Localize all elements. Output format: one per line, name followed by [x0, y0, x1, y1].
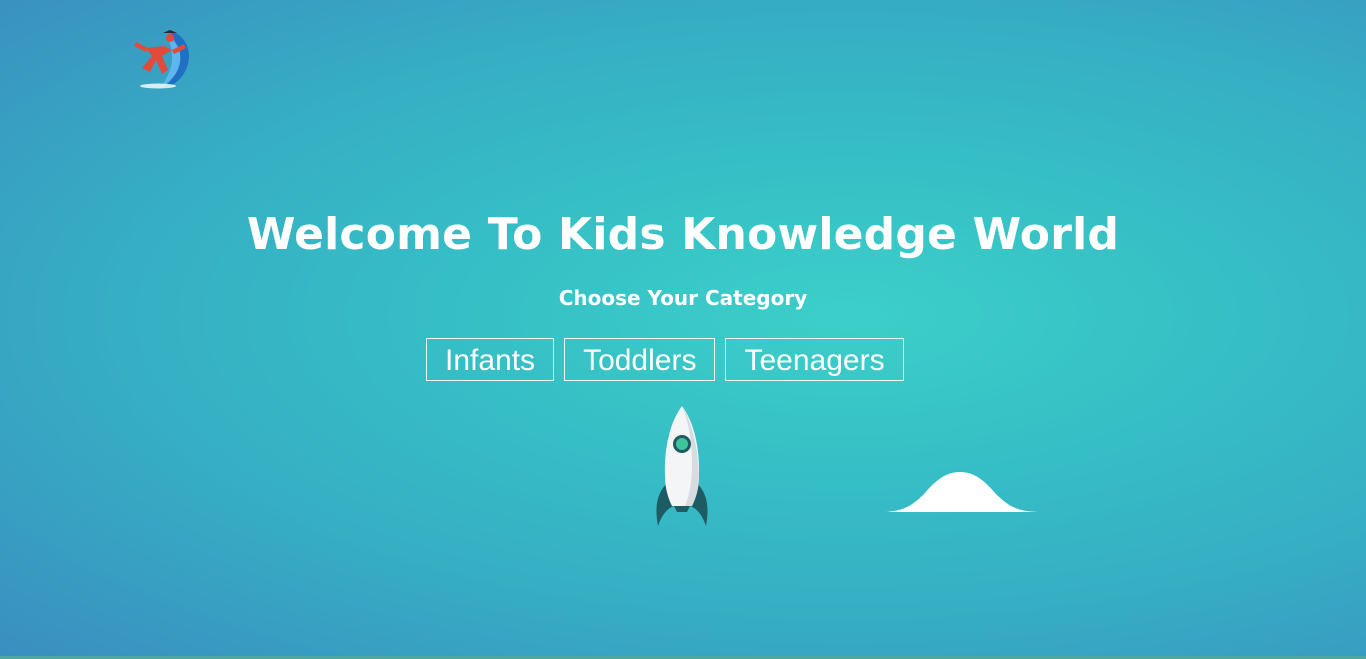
- page-subtitle: Choose Your Category: [558, 286, 808, 310]
- teenagers-button[interactable]: Teenagers: [725, 338, 904, 381]
- site-logo[interactable]: [132, 26, 196, 92]
- page-title: Welcome To Kids Knowledge World: [246, 209, 1120, 260]
- toddlers-button[interactable]: Toddlers: [564, 338, 716, 381]
- rocket-illustration: [652, 404, 712, 530]
- cloud-icon: [880, 472, 1042, 512]
- kid-running-logo-icon: [134, 30, 190, 89]
- rocket-icon: [656, 406, 708, 526]
- landing-page: Welcome To Kids Knowledge World Choose Y…: [0, 0, 1366, 659]
- category-button-group: Infants Toddlers Teenagers: [426, 338, 904, 381]
- infants-button[interactable]: Infants: [426, 338, 555, 381]
- cloud-illustration: [880, 468, 1042, 514]
